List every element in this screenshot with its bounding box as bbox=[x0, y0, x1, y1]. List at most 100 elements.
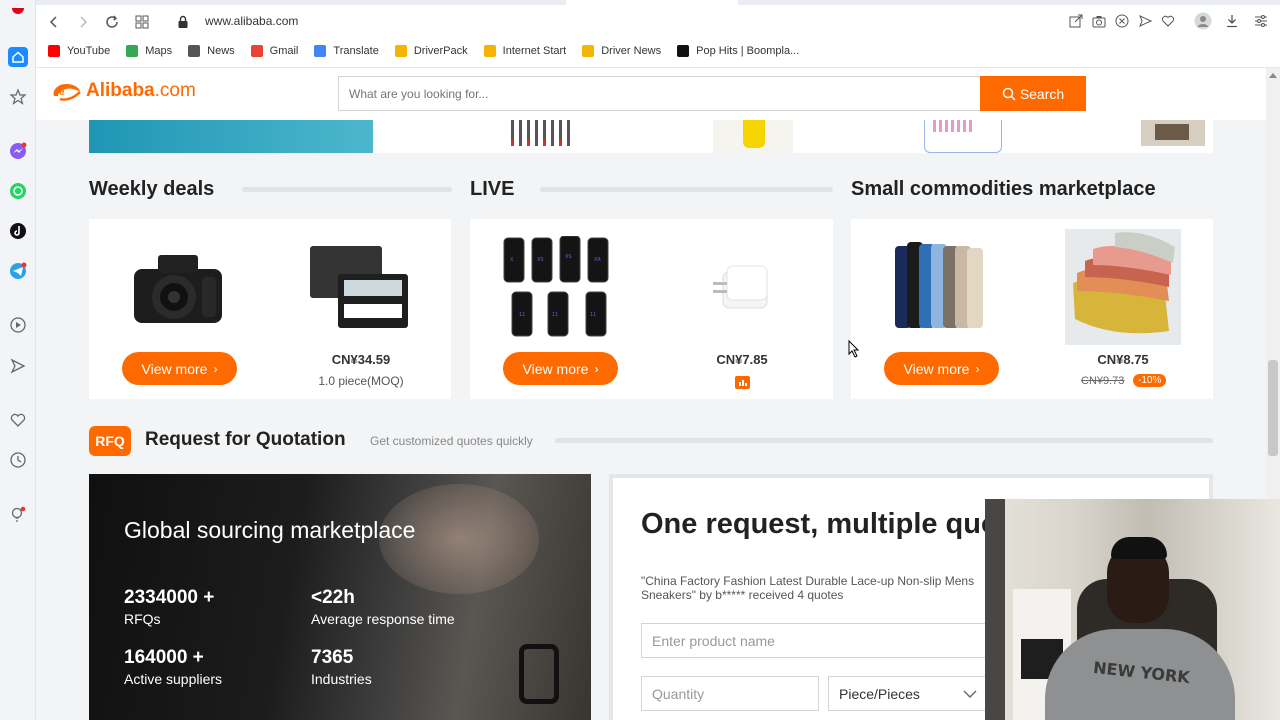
svg-text:11: 11 bbox=[552, 312, 558, 318]
promo-banner[interactable] bbox=[89, 120, 1213, 153]
address-bar[interactable]: www.alibaba.com bbox=[205, 14, 298, 28]
search-button-label: Search bbox=[1019, 85, 1065, 102]
view-more-label: View more bbox=[903, 360, 970, 377]
bookmark-favicon-icon bbox=[582, 45, 595, 57]
product-name-input[interactable]: Enter product name bbox=[641, 623, 1001, 658]
flow-icon[interactable] bbox=[8, 356, 28, 376]
ssd-product-image[interactable] bbox=[302, 229, 418, 345]
scrollbar-thumb[interactable] bbox=[1268, 360, 1278, 456]
heart-icon[interactable] bbox=[8, 410, 28, 430]
request-form-note: "China Factory Fashion Latest Durable La… bbox=[641, 574, 975, 602]
section-divider bbox=[555, 438, 1213, 443]
whatsapp-icon[interactable] bbox=[8, 181, 28, 201]
bookmark-item[interactable]: DriverPack bbox=[394, 45, 468, 57]
logo-text: Alibaba bbox=[86, 80, 155, 101]
speed-dial-icon[interactable] bbox=[8, 87, 28, 107]
alibaba-header: e Alibaba.com Search bbox=[36, 68, 1266, 120]
section-divider bbox=[242, 187, 452, 192]
camera-icon[interactable] bbox=[1090, 12, 1108, 30]
player-icon[interactable] bbox=[8, 315, 28, 335]
opera-logo-icon[interactable] bbox=[8, 2, 28, 22]
bookmark-favicon-icon bbox=[394, 45, 407, 57]
share-icon[interactable] bbox=[1067, 12, 1085, 30]
mouse-cursor-icon bbox=[848, 340, 860, 358]
sourcing-title: Global sourcing marketplace bbox=[124, 517, 416, 543]
chevron-right-icon: › bbox=[975, 361, 980, 376]
telegram-icon[interactable] bbox=[8, 261, 28, 281]
live-price: CN¥7.85 bbox=[716, 352, 768, 367]
search-icon bbox=[1002, 87, 1016, 101]
stat-label: Industries bbox=[311, 671, 372, 687]
live-title[interactable]: LIVE bbox=[470, 178, 514, 201]
active-tab[interactable] bbox=[566, 0, 738, 5]
adblock-icon[interactable] bbox=[1113, 12, 1131, 30]
unit-select[interactable]: Piece/Pieces bbox=[828, 676, 988, 711]
weekly-price: CN¥34.59 bbox=[331, 352, 391, 367]
discount-badge: -10% bbox=[1133, 374, 1167, 387]
stat-label: RFQs bbox=[124, 611, 161, 627]
profile-avatar-icon[interactable] bbox=[1194, 12, 1212, 30]
bookmark-item[interactable]: Maps bbox=[126, 45, 172, 57]
towels-product-image[interactable] bbox=[1065, 229, 1181, 345]
history-icon[interactable] bbox=[8, 450, 28, 470]
watch-graphic bbox=[519, 644, 559, 704]
easy-setup-icon[interactable] bbox=[1252, 12, 1270, 30]
bookmark-item[interactable]: Gmail bbox=[250, 45, 298, 57]
tiktok-icon[interactable] bbox=[8, 221, 28, 241]
charger-product-image[interactable] bbox=[684, 229, 800, 345]
bookmark-item[interactable]: News bbox=[188, 45, 235, 57]
webcam-shirt: NEW YORK bbox=[1045, 629, 1235, 720]
lightbulb-icon[interactable] bbox=[8, 505, 28, 525]
quantity-input[interactable]: Quantity bbox=[641, 676, 819, 711]
lock-icon[interactable] bbox=[173, 12, 193, 32]
search-button[interactable]: Search bbox=[980, 76, 1086, 111]
stat-value: <22h bbox=[311, 587, 355, 608]
tabs-grid-icon[interactable] bbox=[132, 12, 152, 32]
bookmark-label: DriverPack bbox=[413, 45, 468, 57]
stat-value: 2334000 + bbox=[124, 587, 215, 608]
weekly-deals-title[interactable]: Weekly deals bbox=[89, 178, 214, 201]
camera-product-image[interactable] bbox=[120, 229, 236, 345]
small-commodities-title[interactable]: Small commodities marketplace bbox=[851, 178, 1156, 201]
live-card: X XS XS XR 11 11 11 View more › CN¥7.85 bbox=[470, 219, 833, 399]
back-icon[interactable] bbox=[44, 12, 64, 32]
weekly-moq: 1.0 piece(MOQ) bbox=[318, 374, 404, 388]
svg-text:11: 11 bbox=[590, 312, 596, 318]
live-view-more-button[interactable]: View more › bbox=[503, 352, 618, 385]
bookmark-favicon-icon bbox=[483, 45, 496, 57]
markers-product-image bbox=[511, 120, 570, 146]
bookmark-item[interactable]: Driver News bbox=[582, 45, 661, 57]
browser-toolbar: www.alibaba.com YouTube Maps News Gmail Tran… bbox=[36, 0, 1280, 68]
send-icon[interactable] bbox=[1136, 12, 1154, 30]
rfq-subtitle: Get customized quotes quickly bbox=[370, 434, 533, 448]
bookmark-label: Driver News bbox=[601, 45, 662, 57]
alibaba-logo[interactable]: e Alibaba .com bbox=[50, 80, 196, 102]
bookmark-item[interactable]: YouTube bbox=[48, 45, 110, 57]
view-more-label: View more bbox=[522, 360, 589, 377]
sourcing-marketplace-panel: Global sourcing marketplace 2334000 + RF… bbox=[89, 474, 591, 720]
bookmark-item[interactable]: Pop Hits | Boompla... bbox=[677, 45, 799, 57]
browser-sidebar bbox=[0, 0, 36, 720]
favorite-heart-icon[interactable] bbox=[1159, 12, 1177, 30]
bookmark-item[interactable]: Internet Start bbox=[483, 45, 566, 57]
bookmark-label: Translate bbox=[333, 45, 379, 57]
stat-label: Average response time bbox=[311, 611, 455, 627]
small-view-more-button[interactable]: View more › bbox=[884, 352, 999, 385]
search-input[interactable] bbox=[338, 76, 980, 111]
svg-text:XS: XS bbox=[537, 257, 544, 263]
forward-icon[interactable] bbox=[73, 12, 93, 32]
bookmark-label: YouTube bbox=[67, 45, 111, 57]
weekly-view-more-button[interactable]: View more › bbox=[122, 352, 237, 385]
iphone-screens-product-image[interactable]: X XS XS XR 11 11 11 bbox=[501, 229, 621, 345]
scroll-up-icon[interactable] bbox=[1269, 72, 1277, 78]
stat-value: 164000 + bbox=[124, 647, 204, 668]
bookmark-item[interactable]: Translate bbox=[314, 45, 379, 57]
svg-text:e: e bbox=[59, 87, 65, 98]
robes-product-image[interactable] bbox=[882, 229, 1004, 345]
yellow-toy-product-image bbox=[713, 120, 793, 153]
reload-icon[interactable] bbox=[102, 12, 122, 32]
download-icon[interactable] bbox=[1223, 12, 1241, 30]
home-icon[interactable] bbox=[8, 47, 28, 67]
messenger-icon[interactable] bbox=[8, 141, 28, 161]
rfq-title[interactable]: Request for Quotation bbox=[145, 429, 346, 451]
